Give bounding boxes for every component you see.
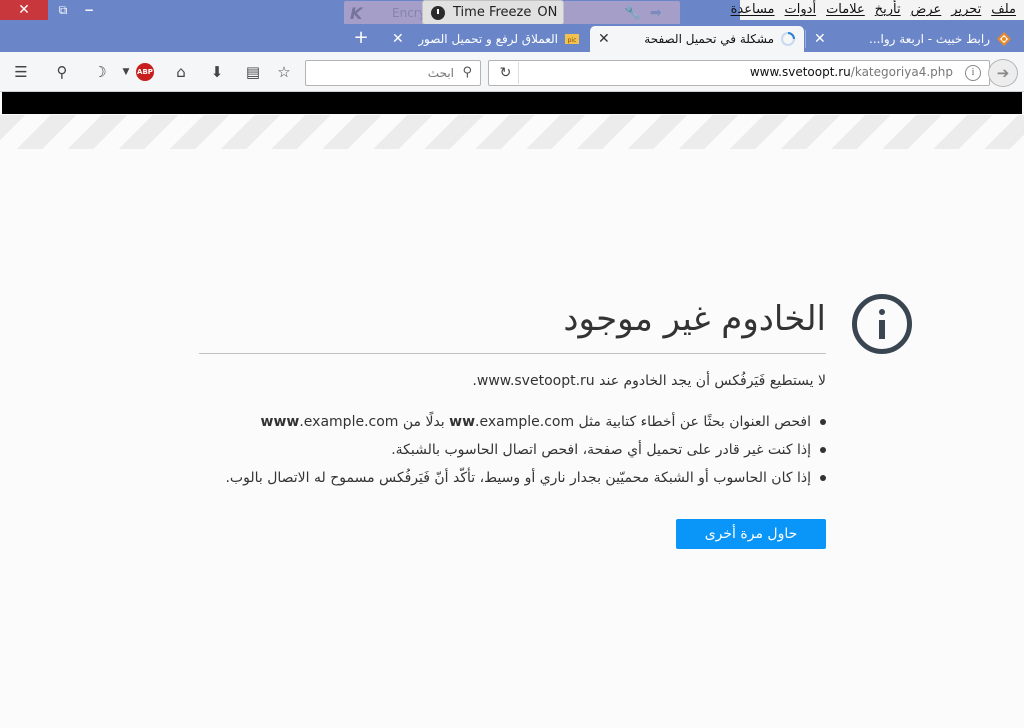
suggestion-bold: ww xyxy=(449,414,476,430)
menu-history[interactable]: تأريخ xyxy=(870,0,906,20)
error-description: لا يستطيع فَيَرفُكس أن يجد الخادوم عند w… xyxy=(472,373,826,389)
clock-icon xyxy=(431,5,445,20)
suggestion-text: .example.com xyxy=(299,414,399,430)
tab-image-upload[interactable]: pic العملاق لرفع و تحميل الصور ✕ xyxy=(384,26,588,52)
menu-view[interactable]: عرض xyxy=(906,0,947,20)
addon-k-icon: K xyxy=(350,4,363,23)
tab-separator xyxy=(805,30,806,48)
reading-list-icon[interactable]: ▤ xyxy=(241,60,265,84)
site-info-icon[interactable]: i xyxy=(965,65,981,81)
menu-edit[interactable]: تحرير xyxy=(946,0,986,20)
svg-text:pic: pic xyxy=(568,37,577,44)
loading-spinner-icon xyxy=(781,32,795,46)
info-icon xyxy=(852,294,912,354)
abp-dropdown-icon[interactable]: ▼ xyxy=(120,60,132,84)
navigation-bar: ☰ ⚲ ☽ ▼ ABP ⌂ ⬇ ▤ ☆ ⚲ ↻ www.svetoopt.ru/… xyxy=(0,52,1024,92)
tab-close-icon[interactable]: ✕ xyxy=(814,31,826,47)
menu-help[interactable]: مساعدة xyxy=(726,0,780,20)
title-bar: ✕ ⧉ − K Encryption Time 00:00 🔧 ➡ Time F… xyxy=(0,0,1024,27)
menu-tools[interactable]: أدوات xyxy=(780,0,822,20)
time-freeze-label: Time Freeze xyxy=(453,5,532,20)
suggestion-check-address: افحص العنوان بحثًا عن أخطاء كتابية مثل w… xyxy=(199,408,826,436)
window-minimize-button[interactable]: − xyxy=(76,0,102,20)
try-again-button[interactable]: حاول مرة أخرى xyxy=(676,519,826,549)
suggestion-text: .example.com بدلًا من xyxy=(398,414,575,430)
suggestion-check-firewall: إذا كان الحاسوب أو الشبكة محميّين بجدار … xyxy=(199,464,826,492)
menu-bookmarks[interactable]: علامات xyxy=(821,0,870,20)
bookmark-star-icon[interactable]: ☆ xyxy=(272,60,296,84)
suggestion-bold: www xyxy=(260,414,300,430)
time-freeze-toggle[interactable]: Time Freeze ON xyxy=(422,0,564,25)
home-icon[interactable]: ⌂ xyxy=(169,60,193,84)
tab-label: مشكلة في تحميل الصفحة xyxy=(644,32,774,46)
downloads-icon[interactable]: ⬇ xyxy=(205,60,229,84)
forum-favicon-icon xyxy=(997,32,1011,46)
adblock-plus-icon[interactable]: ABP xyxy=(136,63,154,81)
addon-search-icon[interactable]: ⚲ xyxy=(50,60,74,84)
search-icon: ⚲ xyxy=(462,65,472,80)
night-mode-moon-icon[interactable]: ☽ xyxy=(88,60,112,84)
arrow-right-icon: ➡ xyxy=(650,5,662,21)
new-tab-button[interactable]: + xyxy=(350,28,372,50)
go-arrow-button[interactable]: ➔ xyxy=(988,59,1018,87)
tab-label: العملاق لرفع و تحميل الصور xyxy=(418,32,558,46)
url-text[interactable]: www.svetoopt.ru/kategoriya4.php xyxy=(750,65,953,79)
menu-bar: ملف تحرير عرض تأريخ علامات أدوات مساعدة xyxy=(731,0,1024,20)
tab-strip: رابط خبيث - اربعة روا... ✕ مشكلة في تحمي… xyxy=(0,24,1024,52)
reload-icon[interactable]: ↻ xyxy=(493,62,519,84)
url-bar[interactable]: ↻ www.svetoopt.ru/kategoriya4.php i xyxy=(488,60,990,86)
menu-file[interactable]: ملف xyxy=(986,0,1021,20)
tab-label: رابط خبيث - اربعة روا... xyxy=(869,32,990,46)
suggestion-text: افحص العنوان بحثًا عن أخطاء كتابية مثل xyxy=(574,414,811,430)
black-toolbar-strip xyxy=(2,92,1022,114)
image-host-favicon-icon: pic xyxy=(565,34,579,44)
url-path: /kategoriya4.php xyxy=(850,65,953,79)
window-close-button[interactable]: ✕ xyxy=(0,0,48,20)
search-input[interactable] xyxy=(314,64,454,82)
tab-close-icon[interactable]: ✕ xyxy=(392,31,404,47)
wrench-icon: 🔧 xyxy=(624,6,641,21)
url-host: www.svetoopt.ru xyxy=(749,65,851,79)
error-title: الخادوم غير موجود xyxy=(199,294,826,354)
suggestion-check-network: إذا كنت غير قادر على تحميل أي صفحة، افحص… xyxy=(199,436,826,464)
tab-malicious-link[interactable]: رابط خبيث - اربعة روا... ✕ xyxy=(806,26,1020,52)
hamburger-menu-icon[interactable]: ☰ xyxy=(9,60,33,84)
striped-banner xyxy=(0,115,1024,149)
search-box[interactable]: ⚲ xyxy=(305,60,481,86)
tab-page-load-problem[interactable]: مشكلة في تحميل الصفحة ✕ xyxy=(590,26,804,52)
time-freeze-state: ON xyxy=(537,5,558,20)
window-restore-button[interactable]: ⧉ xyxy=(50,0,76,20)
tab-close-icon[interactable]: ✕ xyxy=(598,31,610,47)
error-suggestions-list: افحص العنوان بحثًا عن أخطاء كتابية مثل w… xyxy=(199,408,826,492)
